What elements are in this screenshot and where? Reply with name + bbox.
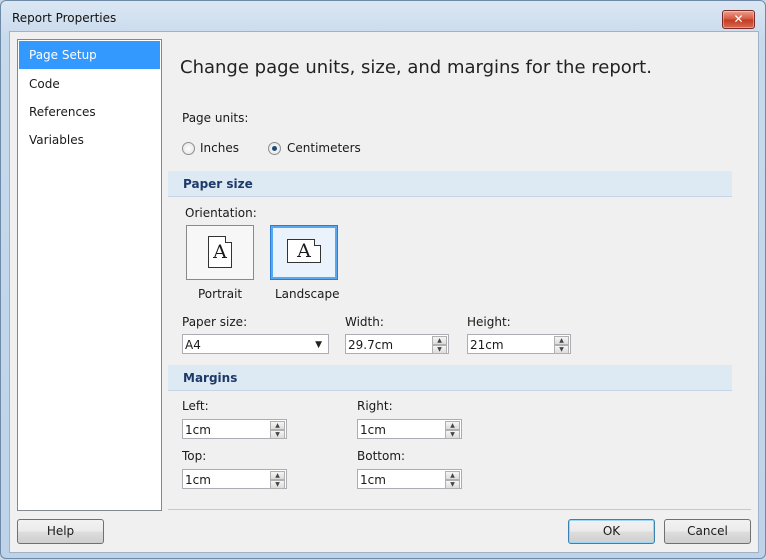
paper-size-value: A4 bbox=[185, 338, 201, 352]
page-setup-panel: Change page units, size, and margins for… bbox=[168, 32, 758, 512]
bottom-margin-value: 1cm bbox=[360, 473, 386, 487]
landscape-label: Landscape bbox=[275, 287, 340, 301]
dialog-client-area: Page Setup Code References Variables Cha… bbox=[9, 31, 759, 553]
spin-up-icon[interactable]: ▲ bbox=[270, 471, 285, 480]
width-value: 29.7cm bbox=[348, 338, 394, 352]
page-units-label: Page units: bbox=[182, 111, 249, 125]
cancel-button[interactable]: Cancel bbox=[664, 519, 751, 544]
spin-up-icon[interactable]: ▲ bbox=[270, 421, 285, 430]
radio-inches-label[interactable]: Inches bbox=[200, 141, 239, 155]
nav-item-label: Page Setup bbox=[29, 48, 97, 62]
close-icon: ✕ bbox=[733, 12, 744, 26]
paper-size-label: Paper size: bbox=[182, 315, 248, 329]
spin-down-icon[interactable]: ▼ bbox=[270, 430, 285, 439]
left-margin-value: 1cm bbox=[185, 423, 211, 437]
radio-inches-button[interactable] bbox=[182, 142, 195, 155]
paper-size-section-header: Paper size bbox=[168, 171, 732, 197]
radio-selected-dot bbox=[272, 146, 277, 151]
nav-item-label: References bbox=[29, 105, 96, 119]
top-margin-spinner[interactable]: ▲ ▼ bbox=[270, 471, 285, 489]
ok-button[interactable]: OK bbox=[568, 519, 655, 544]
top-margin-label: Top: bbox=[182, 449, 207, 463]
nav-item-variables[interactable]: Variables bbox=[18, 126, 161, 154]
left-margin-label: Left: bbox=[182, 399, 209, 413]
spin-down-icon[interactable]: ▼ bbox=[554, 345, 569, 354]
spin-down-icon[interactable]: ▼ bbox=[432, 345, 447, 354]
spin-up-icon[interactable]: ▲ bbox=[445, 471, 460, 480]
radio-centimeters-button[interactable] bbox=[268, 142, 281, 155]
dialog-title: Report Properties bbox=[12, 11, 117, 25]
report-properties-dialog: Report Properties ✕ Page Setup Code Refe… bbox=[0, 0, 766, 559]
width-spinner[interactable]: ▲ ▼ bbox=[432, 336, 447, 354]
page-fold bbox=[314, 239, 321, 246]
page-fold bbox=[225, 236, 232, 243]
margins-section-header: Margins bbox=[168, 365, 732, 391]
spin-down-icon[interactable]: ▼ bbox=[445, 430, 460, 439]
portrait-button[interactable]: A bbox=[186, 225, 254, 280]
page-icon-letter: A bbox=[213, 241, 227, 263]
spin-up-icon[interactable]: ▲ bbox=[432, 336, 447, 345]
right-margin-value: 1cm bbox=[360, 423, 386, 437]
nav-item-page-setup[interactable]: Page Setup bbox=[19, 41, 160, 69]
chevron-down-icon[interactable]: ▼ bbox=[315, 335, 322, 355]
spin-down-icon[interactable]: ▼ bbox=[270, 480, 285, 489]
right-margin-spinbox[interactable]: 1cm ▲ ▼ bbox=[357, 419, 462, 439]
spin-up-icon[interactable]: ▲ bbox=[445, 421, 460, 430]
height-value: 21cm bbox=[470, 338, 504, 352]
portrait-label: Portrait bbox=[198, 287, 243, 301]
bottom-margin-label: Bottom: bbox=[357, 449, 406, 463]
nav-item-references[interactable]: References bbox=[18, 98, 161, 126]
portrait-page-icon: A bbox=[208, 236, 232, 268]
bottom-margin-spinbox[interactable]: 1cm ▲ ▼ bbox=[357, 469, 462, 489]
spin-up-icon[interactable]: ▲ bbox=[554, 336, 569, 345]
nav-item-label: Code bbox=[29, 77, 60, 91]
margins-section-title: Margins bbox=[183, 371, 238, 385]
category-list: Page Setup Code References Variables bbox=[17, 39, 162, 511]
close-button[interactable]: ✕ bbox=[722, 10, 755, 29]
left-margin-spinner[interactable]: ▲ ▼ bbox=[270, 421, 285, 439]
footer-divider bbox=[168, 509, 751, 510]
title-bar: Report Properties ✕ bbox=[1, 1, 765, 35]
nav-item-code[interactable]: Code bbox=[18, 70, 161, 98]
orientation-label: Orientation: bbox=[185, 206, 257, 220]
nav-item-label: Variables bbox=[29, 133, 84, 147]
left-margin-spinbox[interactable]: 1cm ▲ ▼ bbox=[182, 419, 287, 439]
radio-centimeters-label[interactable]: Centimeters bbox=[287, 141, 361, 155]
width-spinbox[interactable]: 29.7cm ▲ ▼ bbox=[345, 334, 449, 354]
spin-down-icon[interactable]: ▼ bbox=[445, 480, 460, 489]
paper-size-combobox[interactable]: A4 ▼ bbox=[182, 334, 329, 354]
bottom-margin-spinner[interactable]: ▲ ▼ bbox=[445, 471, 460, 489]
height-spinner[interactable]: ▲ ▼ bbox=[554, 336, 569, 354]
height-label: Height: bbox=[467, 315, 511, 329]
top-margin-spinbox[interactable]: 1cm ▲ ▼ bbox=[182, 469, 287, 489]
landscape-button[interactable]: A bbox=[270, 225, 338, 280]
height-spinbox[interactable]: 21cm ▲ ▼ bbox=[467, 334, 571, 354]
right-margin-label: Right: bbox=[357, 399, 393, 413]
top-margin-value: 1cm bbox=[185, 473, 211, 487]
right-margin-spinner[interactable]: ▲ ▼ bbox=[445, 421, 460, 439]
landscape-page-icon: A bbox=[287, 239, 321, 263]
page-heading: Change page units, size, and margins for… bbox=[180, 57, 652, 78]
page-icon-letter: A bbox=[297, 240, 311, 262]
help-button[interactable]: Help bbox=[17, 519, 104, 544]
paper-size-section-title: Paper size bbox=[183, 177, 253, 191]
width-label: Width: bbox=[345, 315, 384, 329]
